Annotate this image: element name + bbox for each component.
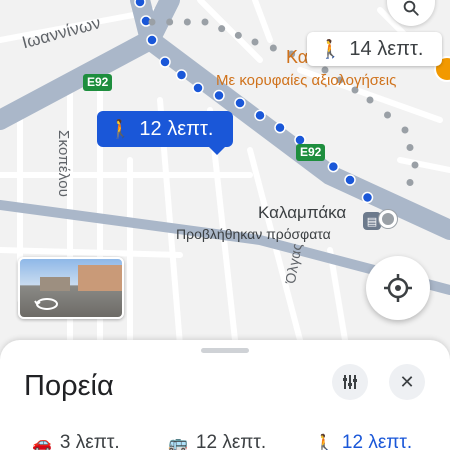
walk-icon: 🚶	[314, 435, 334, 450]
drag-handle[interactable]	[201, 348, 249, 353]
route-dot	[134, 0, 146, 8]
my-location-button[interactable]	[366, 256, 430, 320]
alternative-route-dot	[218, 25, 226, 33]
alternative-route-badge[interactable]: 🚶 14 λεπτ.	[307, 32, 442, 66]
transit-icon: 🚌	[168, 435, 188, 450]
alternative-route-dot	[201, 18, 209, 26]
alternative-route-time: 14 λεπτ.	[349, 37, 424, 60]
alternative-route-dot	[234, 31, 242, 39]
search-icon	[403, 0, 419, 16]
app-root: Ιωαννίνων Σκοπέλου Όλγας E92 E92 Κα Με κ…	[0, 0, 450, 450]
alternative-route-dot	[366, 96, 374, 104]
route-dot	[274, 121, 286, 134]
route-dot	[344, 174, 356, 186]
tune-icon	[343, 375, 357, 389]
alternative-route-dot	[251, 38, 259, 46]
street-label-skopelou: Σκοπέλου	[55, 130, 72, 198]
car-icon: 🚗	[32, 435, 52, 450]
poi-name[interactable]: Κα	[286, 47, 308, 68]
rotate-360-icon	[34, 298, 58, 310]
alternative-route-dot	[148, 18, 156, 26]
mode-walk-time: 12 λεπτ.	[341, 432, 413, 450]
route-dot	[192, 82, 204, 94]
alternative-route-dot	[384, 111, 391, 119]
route-dot	[361, 191, 374, 204]
route-dot	[234, 97, 246, 109]
alternative-route-dot	[401, 126, 409, 134]
walk-icon: 🚶	[319, 38, 342, 59]
alternative-route-dot	[406, 144, 414, 151]
route-dot	[146, 34, 158, 46]
route-options-button[interactable]	[332, 364, 368, 400]
alternative-route-dot	[183, 18, 191, 26]
road-shield: E92	[83, 74, 113, 91]
route-dot	[254, 109, 266, 122]
alternative-route-dot	[166, 18, 174, 26]
selected-route-time: 12 λεπτ.	[139, 117, 214, 140]
road-shield: E92	[296, 144, 326, 161]
alternative-route-dot	[411, 161, 419, 169]
walk-icon: 🚶	[109, 118, 132, 139]
destination-marker[interactable]	[379, 210, 397, 228]
destination-name[interactable]: Καλαμπάκα	[258, 203, 346, 223]
route-dot	[327, 160, 340, 173]
selected-route-badge[interactable]: 🚶 12 λεπτ.	[97, 111, 233, 155]
street-view-building	[40, 277, 70, 291]
close-button[interactable]: ✕	[389, 364, 425, 400]
route-dot	[159, 56, 171, 68]
route-dot	[175, 69, 188, 81]
close-icon: ✕	[399, 371, 415, 392]
alternative-route-dot	[269, 44, 277, 52]
mode-tab-walk[interactable]: 🚶 12 λεπτ.	[314, 432, 412, 450]
poi-subtitle[interactable]: Με κορυφαίες αξιολογήσεις	[216, 72, 396, 89]
destination-subtitle: Προβλήθηκαν πρόσφατα	[176, 226, 331, 242]
my-location-icon	[384, 274, 412, 302]
alternative-route-dot	[406, 179, 414, 186]
directions-sheet: Πορεία ✕ 🚗 3 λεπτ. 🚌 12 λεπτ. 🚶 12 λεπτ.	[0, 340, 450, 450]
street-view-building	[78, 265, 122, 291]
street-view-thumbnail[interactable]	[18, 257, 124, 319]
mode-car-time: 3 λεπτ.	[59, 432, 120, 450]
sheet-title: Πορεία	[24, 370, 114, 402]
mode-tab-car[interactable]: 🚗 3 λεπτ.	[32, 432, 120, 450]
route-dot	[213, 89, 225, 102]
mode-transit-time: 12 λεπτ.	[195, 432, 267, 450]
mode-tab-transit[interactable]: 🚌 12 λεπτ.	[168, 432, 266, 450]
